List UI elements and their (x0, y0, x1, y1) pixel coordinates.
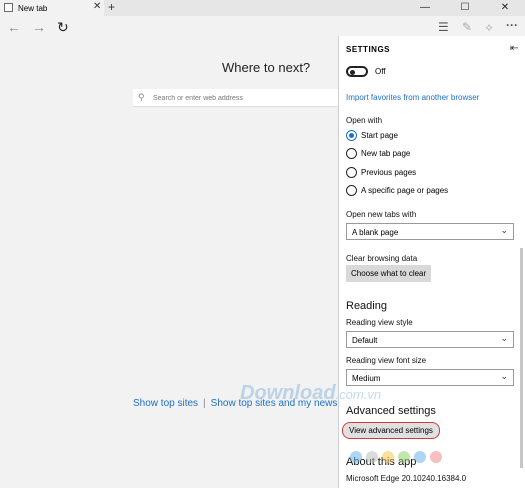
search-input[interactable] (153, 90, 343, 106)
reading-style-label: Reading view style (346, 318, 413, 327)
view-advanced-settings-button[interactable]: View advanced settings (342, 422, 440, 439)
about-heading: About this app (346, 456, 417, 468)
new-tab-button[interactable]: + (108, 0, 115, 14)
close-window-button[interactable]: ✕ (485, 0, 525, 16)
search-box[interactable]: ⚲ (133, 89, 348, 107)
link-separator: | (203, 398, 206, 409)
radio-button-selected (346, 130, 357, 141)
settings-scrollbar[interactable] (519, 60, 524, 488)
minimize-button[interactable]: — (405, 0, 445, 16)
clear-data-button[interactable]: Choose what to clear (346, 265, 432, 282)
settings-title: SETTINGS (346, 45, 391, 54)
radio-new-tab-page[interactable]: New tab page (346, 148, 516, 160)
maximize-button[interactable]: ☐ (445, 0, 485, 16)
web-note-icon[interactable]: ✎ (462, 20, 472, 34)
search-icon: ⚲ (138, 92, 145, 102)
forward-icon[interactable]: → (32, 19, 46, 35)
radio-label: Previous pages (361, 168, 417, 177)
radio-button (346, 148, 357, 159)
new-tabs-label: Open new tabs with (346, 210, 417, 219)
new-tabs-value: A blank page (352, 228, 399, 237)
reading-font-select[interactable]: Medium ⌄ (346, 369, 514, 386)
tab-bar: New tab ✕ + — ☐ ✕ (0, 0, 525, 16)
favorites-bar-toggle[interactable] (346, 66, 368, 77)
top-sites-options: Show top sites | Show top sites and my new… (133, 398, 360, 409)
pin-icon[interactable]: ⇤ (510, 43, 518, 54)
reading-heading: Reading (346, 300, 387, 312)
show-top-sites-link[interactable]: Show top sites (133, 398, 198, 409)
refresh-icon[interactable]: ↻ (57, 19, 69, 36)
page-heading: Where to next? (222, 60, 311, 75)
chevron-down-icon: ⌄ (500, 371, 508, 381)
advanced-heading: Advanced settings (346, 405, 436, 417)
reading-font-label: Reading view font size (346, 356, 427, 365)
radio-label: Start page (361, 131, 398, 140)
new-tabs-select[interactable]: A blank page ⌄ (346, 223, 514, 240)
radio-start-page[interactable]: Start page (346, 130, 516, 142)
open-with-label: Open with (346, 116, 383, 125)
reading-font-value: Medium (352, 374, 381, 383)
radio-specific-pages[interactable]: A specific page or pages (346, 185, 516, 197)
reading-style-value: Default (352, 336, 378, 345)
chevron-down-icon: ⌄ (500, 333, 508, 343)
tab-new-tab[interactable]: New tab ✕ (0, 0, 104, 16)
radio-previous-pages[interactable]: Previous pages (346, 167, 516, 179)
close-tab-icon[interactable]: ✕ (93, 1, 101, 12)
radio-label: A specific page or pages (361, 186, 449, 195)
share-icon[interactable]: ⟡ (485, 20, 493, 35)
toggle-label: Off (375, 67, 386, 76)
clear-data-label: Clear browsing data (346, 254, 418, 263)
import-favorites-link[interactable]: Import favorites from another browser (346, 93, 479, 102)
back-icon[interactable]: ← (7, 19, 21, 35)
tab-title: New tab (18, 4, 48, 13)
version-text: Microsoft Edge 20.10240.16384.0 (346, 474, 467, 483)
radio-label: New tab page (361, 149, 411, 158)
chevron-down-icon: ⌄ (500, 225, 508, 235)
toggle-knob (350, 69, 355, 75)
reading-style-select[interactable]: Default ⌄ (346, 331, 514, 348)
scrollbar-thumb[interactable] (520, 248, 523, 468)
hub-icon[interactable]: ☰ (438, 20, 449, 34)
more-icon[interactable]: ··· (506, 18, 518, 32)
page-icon (4, 3, 13, 12)
radio-button (346, 167, 357, 178)
settings-pane: SETTINGS ⇤ Off Import favorites from ano… (338, 36, 525, 488)
radio-button (346, 185, 357, 196)
